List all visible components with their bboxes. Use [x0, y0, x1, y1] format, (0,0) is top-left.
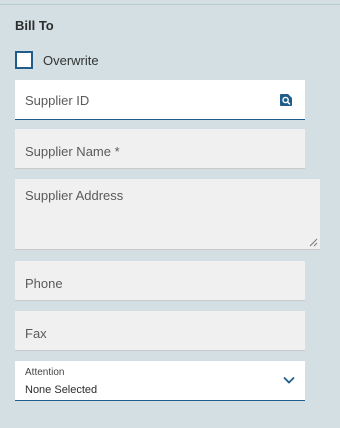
attention-label: Attention [25, 367, 65, 378]
fax-placeholder: Fax [25, 326, 47, 341]
overwrite-label: Overwrite [43, 52, 99, 68]
fax-field[interactable]: Fax [15, 311, 305, 351]
supplier-id-placeholder: Supplier ID [25, 93, 90, 108]
supplier-name-placeholder: Supplier Name * [25, 144, 120, 159]
top-divider [0, 4, 340, 5]
resize-grip-icon[interactable] [309, 238, 318, 247]
supplier-id-field[interactable]: Supplier ID [15, 80, 305, 120]
supplier-address-textarea[interactable]: Supplier Address [15, 179, 320, 250]
search-lookup-icon[interactable] [279, 93, 293, 107]
overwrite-checkbox[interactable] [15, 51, 33, 69]
attention-selected-value: None Selected [25, 384, 98, 396]
supplier-name-field[interactable]: Supplier Name * [15, 129, 305, 169]
phone-field[interactable]: Phone [15, 261, 305, 301]
supplier-address-placeholder: Supplier Address [25, 188, 124, 203]
overwrite-checkbox-row[interactable]: Overwrite [15, 51, 99, 69]
phone-placeholder: Phone [25, 276, 63, 291]
chevron-down-icon[interactable] [283, 376, 295, 384]
section-title: Bill To [15, 18, 54, 33]
attention-dropdown[interactable]: Attention None Selected [15, 361, 305, 401]
